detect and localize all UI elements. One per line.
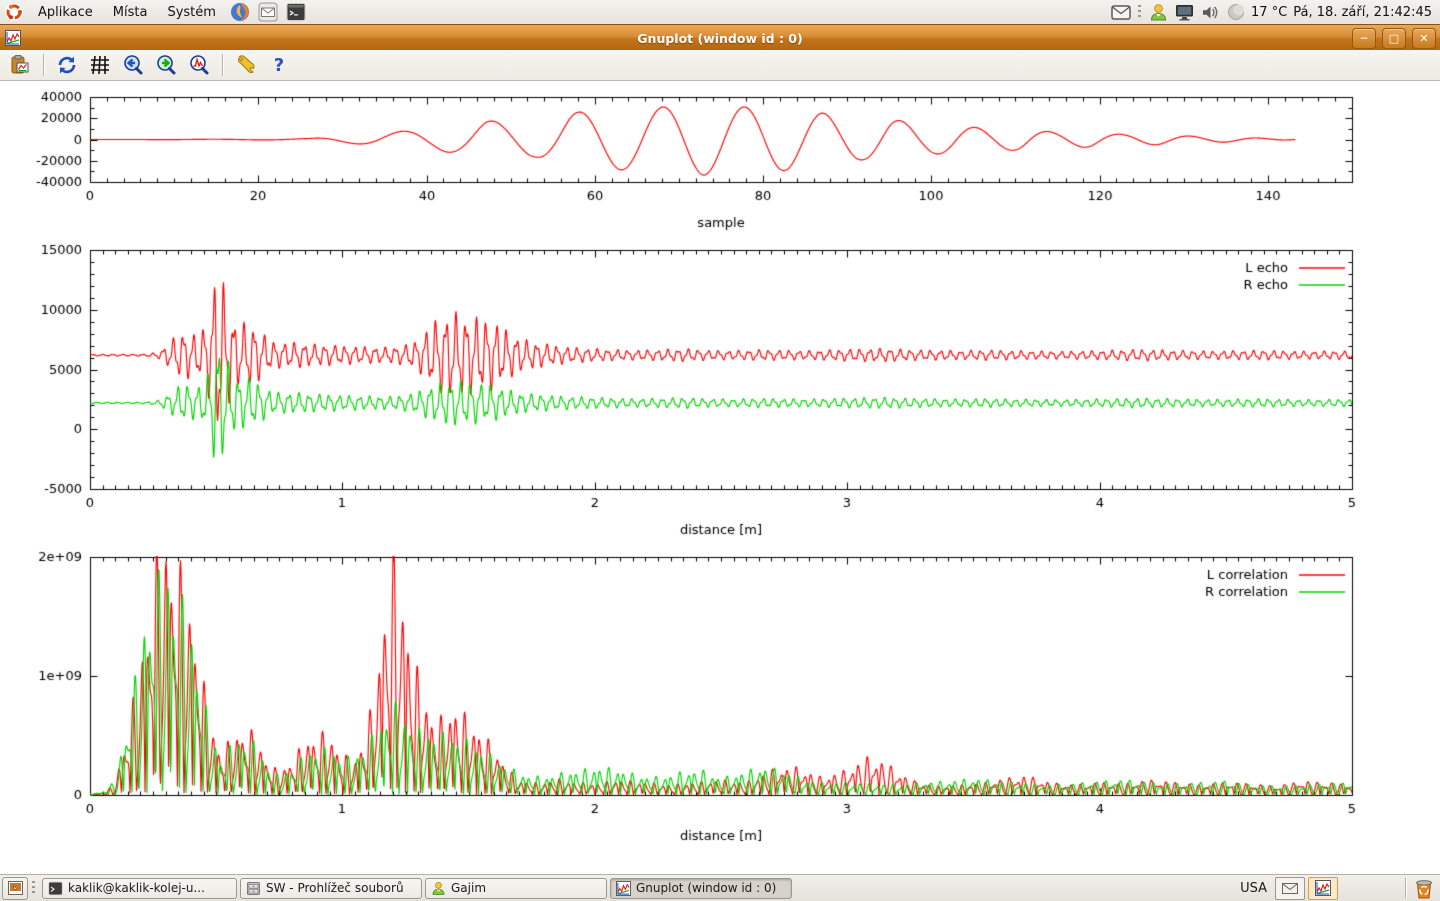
gnuplot-canvas-area xyxy=(0,81,1440,874)
taskbar-separator xyxy=(1405,878,1406,898)
zoom-previous-icon xyxy=(122,54,144,76)
gnuplot-plot-canvas[interactable] xyxy=(0,81,1440,874)
mail-notification-tray[interactable] xyxy=(1111,2,1131,22)
gnuplot-tray-icon xyxy=(1315,880,1331,896)
terminal-icon xyxy=(48,881,63,896)
menu-system[interactable]: Systém xyxy=(157,0,225,24)
mail-notification-icon xyxy=(1111,5,1131,20)
help-icon: ? xyxy=(268,54,290,76)
zoom-next-icon xyxy=(155,54,177,76)
mail-icon xyxy=(258,2,278,22)
settings-wrench-icon xyxy=(235,54,257,76)
window-title: Gnuplot (window id : 0) xyxy=(0,31,1440,46)
toolbar-separator xyxy=(43,54,44,76)
close-button[interactable]: ✕ xyxy=(1412,28,1436,49)
firefox-icon xyxy=(230,2,250,22)
show-desktop-button[interactable] xyxy=(2,877,28,900)
volume-icon xyxy=(1201,4,1220,21)
taskbar-task-1[interactable]: kaklik@kaklik-kolej-u... xyxy=(42,878,237,899)
settings-button[interactable] xyxy=(234,53,258,77)
task-list: kaklik@kaklik-kolej-u... SW - Prohlížeč s… xyxy=(39,878,792,899)
maximize-button[interactable]: □ xyxy=(1382,28,1406,49)
mail-tray-button[interactable] xyxy=(1275,877,1305,900)
task-label: kaklik@kaklik-kolej-u... xyxy=(68,881,205,895)
task-label: Gajim xyxy=(451,881,486,895)
taskbar-separator xyxy=(32,881,35,896)
top-panel: AplikaceMístaSystém xyxy=(0,0,1440,25)
gnuplot-titlebar[interactable]: Gnuplot (window id : 0) ─ □ ✕ xyxy=(0,24,1440,51)
refresh-button[interactable] xyxy=(55,53,79,77)
minimize-button[interactable]: ─ xyxy=(1352,28,1376,49)
display-applet[interactable] xyxy=(1174,2,1194,22)
temperature-label[interactable]: 17 °C xyxy=(1251,5,1287,20)
toolbar-separator xyxy=(222,54,223,76)
menu-aplikace[interactable]: Aplikace xyxy=(28,0,103,24)
tray-separator xyxy=(1138,5,1141,20)
copy-plot-button[interactable] xyxy=(8,53,32,77)
user-switcher-applet[interactable] xyxy=(1148,2,1168,22)
weather-icon xyxy=(1227,3,1245,21)
display-icon xyxy=(1175,4,1194,21)
clock-applet[interactable]: Pá, 18. září, 21:42:45 xyxy=(1293,5,1432,20)
user-switcher-icon xyxy=(1149,3,1168,22)
svg-text:?: ? xyxy=(274,55,284,76)
taskbar-task-2[interactable]: SW - Prohlížeč souborů xyxy=(240,878,422,899)
menu-mista[interactable]: Místa xyxy=(103,0,158,24)
gajim-icon xyxy=(431,881,446,896)
grid-icon xyxy=(89,54,111,76)
firefox-launcher[interactable] xyxy=(229,1,251,23)
taskbar-task-3[interactable]: Gajim xyxy=(425,878,607,899)
ubuntu-menu-icon[interactable] xyxy=(3,1,25,23)
taskbar-task-4[interactable]: Gnuplot (window id : 0) xyxy=(610,878,792,899)
task-label: Gnuplot (window id : 0) xyxy=(636,881,776,895)
zoom-reset-icon xyxy=(188,54,210,76)
taskbar: kaklik@kaklik-kolej-u... SW - Prohlížeč s… xyxy=(0,874,1440,901)
panel-menus: AplikaceMístaSystém xyxy=(28,0,226,24)
gnuplot-toolbar: ? xyxy=(0,50,1440,81)
refresh-icon xyxy=(56,54,78,76)
zoom-previous-button[interactable] xyxy=(121,53,145,77)
keyboard-layout-indicator[interactable]: USA xyxy=(1240,881,1267,896)
grid-toggle-button[interactable] xyxy=(88,53,112,77)
task-label: SW - Prohlížeč souborů xyxy=(266,881,404,895)
file-manager-icon xyxy=(246,881,261,896)
terminal-launcher[interactable] xyxy=(285,1,307,23)
show-desktop-icon xyxy=(8,881,23,895)
mail-tray-icon xyxy=(1282,883,1298,894)
copy-plot-icon xyxy=(9,54,31,76)
gnuplot-icon xyxy=(616,881,631,896)
volume-applet[interactable] xyxy=(1200,2,1220,22)
zoom-reset-button[interactable] xyxy=(187,53,211,77)
trash-applet[interactable] xyxy=(1412,877,1436,899)
weather-applet[interactable] xyxy=(1226,2,1246,22)
zoom-next-button[interactable] xyxy=(154,53,178,77)
gnuplot-tray-button[interactable] xyxy=(1308,877,1338,900)
terminal-icon xyxy=(286,2,306,22)
trash-icon xyxy=(1414,878,1434,899)
help-button[interactable]: ? xyxy=(267,53,291,77)
mail-launcher[interactable] xyxy=(257,1,279,23)
ubuntu-logo-icon xyxy=(4,2,24,22)
